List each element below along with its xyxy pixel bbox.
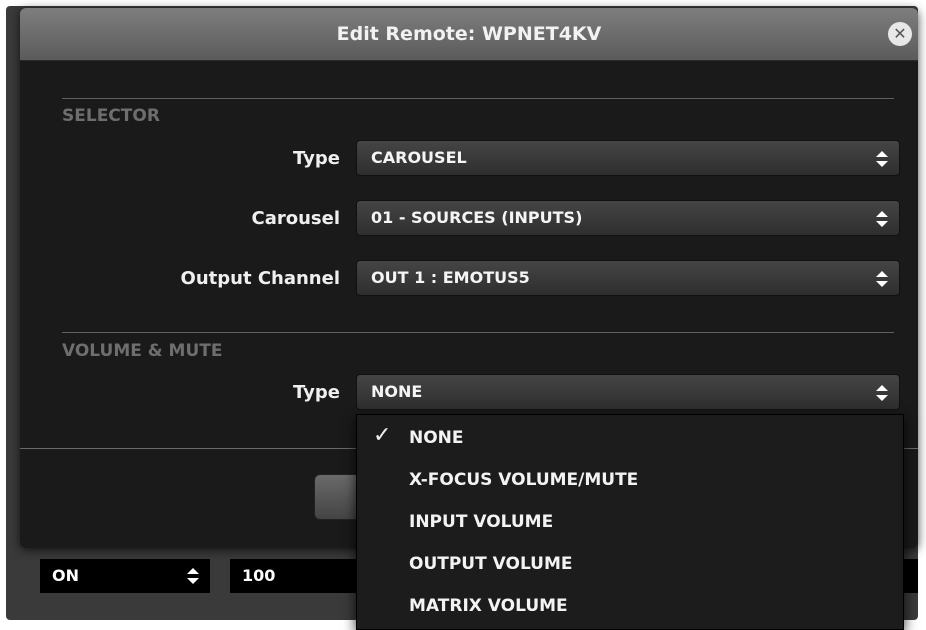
option-label: OUTPUT VOLUME	[409, 554, 573, 574]
dropdown-option-none[interactable]: ✓ NONE	[357, 417, 903, 459]
divider	[62, 98, 894, 99]
close-icon[interactable]: ✕	[888, 22, 912, 46]
selector-heading: SELECTOR	[62, 106, 160, 126]
output-channel-label: Output Channel	[180, 268, 340, 289]
dropdown-option-x-focus[interactable]: X-FOCUS VOLUME/MUTE	[357, 459, 903, 501]
up-down-arrows-icon	[876, 271, 888, 287]
up-down-arrows-icon	[876, 211, 888, 227]
option-label: MATRIX VOLUME	[409, 596, 568, 616]
up-down-arrows-icon	[876, 385, 888, 401]
dropdown-option-output-volume[interactable]: OUTPUT VOLUME	[357, 543, 903, 585]
dropdown-option-matrix-volume[interactable]: MATRIX VOLUME	[357, 585, 903, 627]
volume-mute-heading: VOLUME & MUTE	[62, 341, 223, 361]
selector-type-label: Type	[293, 148, 340, 169]
dropdown-option-input-volume[interactable]: INPUT VOLUME	[357, 501, 903, 543]
divider	[62, 332, 894, 333]
title-bar: Edit Remote: WPNET4KV ✕	[20, 8, 918, 61]
carousel-value: 01 - SOURCES (INPUTS)	[371, 208, 583, 227]
led-mode-select[interactable]: ON	[40, 559, 210, 593]
option-label: NONE	[409, 428, 464, 448]
option-label: INPUT VOLUME	[409, 512, 554, 532]
led-mode-value: ON	[52, 566, 79, 585]
carousel-label: Carousel	[251, 208, 340, 229]
checkmark-icon: ✓	[373, 423, 392, 448]
up-down-arrows-icon	[876, 151, 888, 167]
volume-type-select[interactable]: NONE	[356, 374, 900, 410]
selector-type-value: CAROUSEL	[371, 148, 467, 167]
option-label: X-FOCUS VOLUME/MUTE	[409, 470, 639, 490]
dialog-title: Edit Remote: WPNET4KV	[336, 23, 602, 45]
output-channel-select[interactable]: OUT 1 : EMOTUS5	[356, 260, 900, 296]
brightness-value: 100	[242, 566, 276, 585]
carousel-select[interactable]: 01 - SOURCES (INPUTS)	[356, 200, 900, 236]
volume-type-value: NONE	[371, 382, 423, 401]
brightness-field[interactable]: 100	[230, 559, 360, 593]
volume-type-dropdown-menu: ✓ NONE X-FOCUS VOLUME/MUTE INPUT VOLUME …	[356, 414, 904, 630]
output-channel-value: OUT 1 : EMOTUS5	[371, 268, 530, 287]
up-down-arrows-icon	[187, 568, 199, 584]
volume-type-label: Type	[293, 382, 340, 403]
selector-type-select[interactable]: CAROUSEL	[356, 140, 900, 176]
